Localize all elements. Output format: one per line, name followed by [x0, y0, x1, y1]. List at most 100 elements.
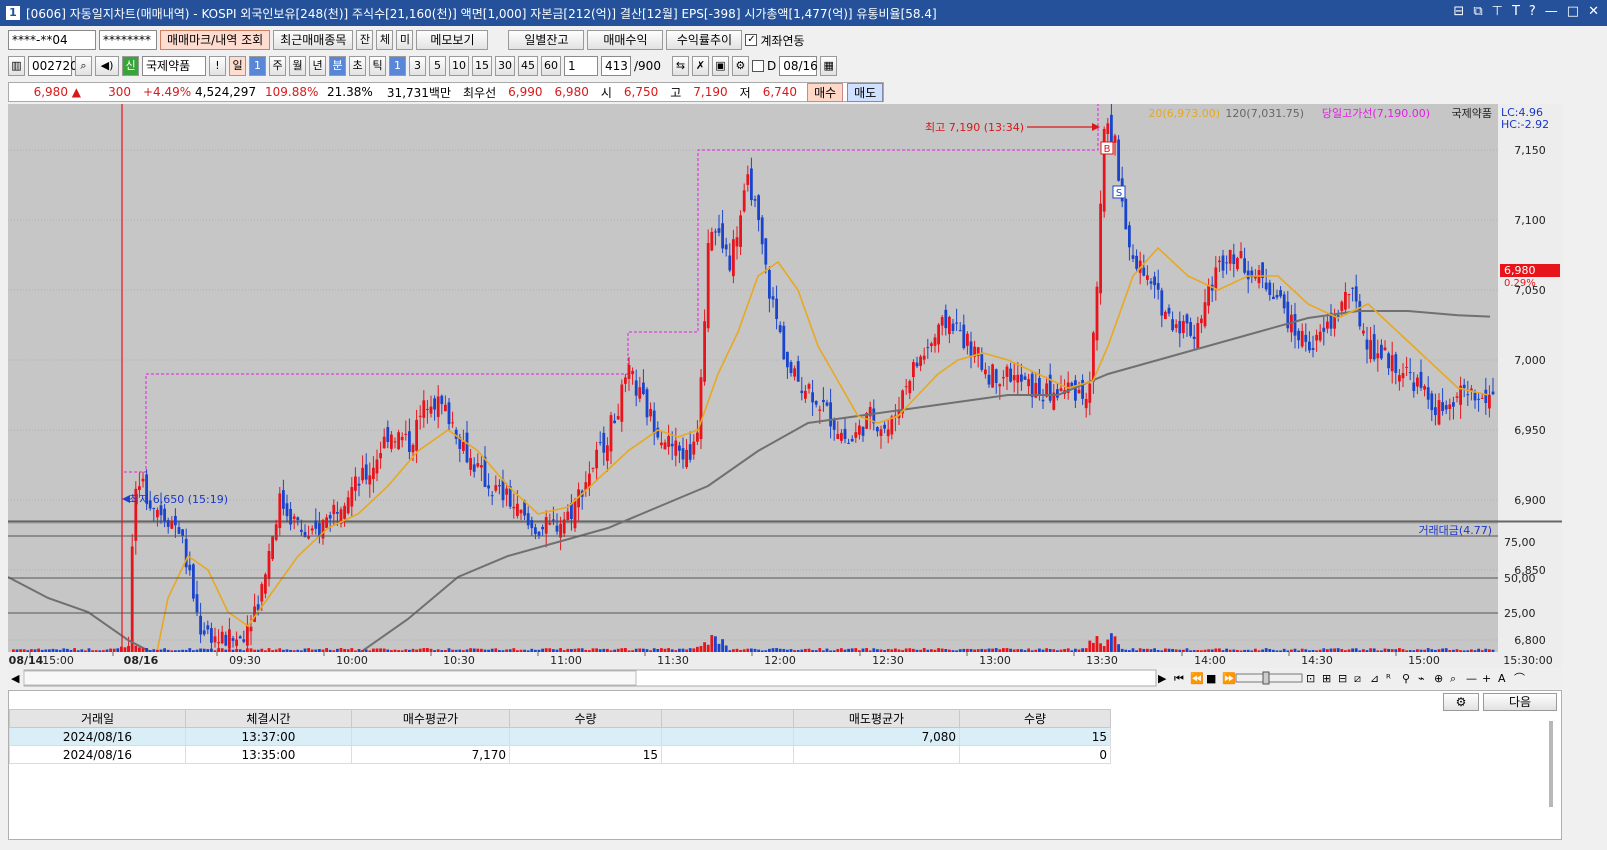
- period-month-button[interactable]: 월: [289, 56, 306, 76]
- candle-body: [1351, 287, 1354, 289]
- candle-body: [429, 406, 433, 414]
- zoom-search-icon[interactable]: ⌕: [1450, 672, 1456, 685]
- minute-30-button[interactable]: 30: [495, 56, 515, 76]
- period-tick-button[interactable]: 틱: [369, 56, 386, 76]
- candle-body: [753, 199, 757, 201]
- cross-tool-icon[interactable]: ✗: [691, 56, 709, 76]
- rewind-icon[interactable]: ⏪: [1190, 672, 1204, 685]
- minute-10-button[interactable]: 10: [449, 56, 469, 76]
- recent-trades-button[interactable]: 최근매매종목: [273, 30, 354, 50]
- forward-icon[interactable]: ⏩: [1222, 672, 1236, 685]
- curve-tool-icon[interactable]: ⌒: [1514, 672, 1525, 685]
- balance-button[interactable]: 잔: [356, 30, 374, 50]
- candle-body: [670, 443, 674, 447]
- candle-body: [1488, 394, 1491, 409]
- alert-button[interactable]: !: [209, 56, 226, 76]
- scroll-right-icon[interactable]: ▶: [1158, 672, 1167, 685]
- search-icon[interactable]: ⌕: [75, 56, 92, 76]
- period-select[interactable]: 1: [564, 56, 598, 76]
- trade-mark-query-button[interactable]: 매매마크/내역 조회: [160, 30, 271, 50]
- maximize-icon[interactable]: □: [1567, 4, 1579, 19]
- filled-button[interactable]: 체: [376, 30, 394, 50]
- price-chart[interactable]: 7,1507,1007,0507,0006,9506,9006,8506,800…: [8, 104, 1562, 652]
- calendar-icon[interactable]: ▦: [820, 56, 838, 76]
- candle-body: [1142, 267, 1146, 276]
- sell-button[interactable]: 매도: [847, 82, 884, 102]
- profit-rate-button[interactable]: 수익률추이: [666, 30, 743, 50]
- scroll-left-icon[interactable]: ◀: [11, 672, 20, 685]
- stock-code-input[interactable]: 002720: [28, 56, 78, 76]
- date-input[interactable]: 08/16: [779, 56, 818, 76]
- pin-icon[interactable]: ⊤: [1492, 4, 1503, 19]
- table-row[interactable]: 2024/08/16 13:35:00 7,170 15 0: [9, 745, 1111, 764]
- period-day-button[interactable]: 일: [229, 56, 246, 76]
- day-count-select[interactable]: 1: [249, 56, 266, 76]
- sound-icon[interactable]: ◀): [95, 56, 119, 76]
- candle-body: [904, 386, 908, 388]
- x-tick-label: 14:30: [1301, 654, 1333, 667]
- minimize-icon[interactable]: —: [1545, 4, 1558, 19]
- layout-icon[interactable]: ⊟: [1453, 4, 1464, 19]
- tool-icon-6[interactable]: ⚲: [1402, 672, 1410, 685]
- first-page-icon[interactable]: ⏮: [1174, 672, 1184, 685]
- stock-name-field[interactable]: 국제약품: [142, 56, 206, 76]
- tool-icon-1[interactable]: ⊞: [1322, 672, 1331, 685]
- open-label: 시: [600, 85, 612, 100]
- password-field[interactable]: ********: [99, 30, 157, 50]
- account-select[interactable]: ****-**04: [8, 30, 96, 50]
- save-icon[interactable]: ▣: [711, 56, 729, 76]
- candle-body: [361, 467, 364, 481]
- daily-balance-button[interactable]: 일별잔고: [508, 30, 585, 50]
- candle-body: [1088, 383, 1092, 403]
- layout-icon[interactable]: ▥: [8, 56, 25, 76]
- tool-icon-0[interactable]: ⊡: [1306, 672, 1315, 685]
- zoom-slider-handle[interactable]: [1262, 671, 1270, 685]
- text-tool-icon[interactable]: A: [1498, 672, 1506, 685]
- tool-icon-8[interactable]: ⊕: [1434, 672, 1443, 685]
- minute-60-button[interactable]: 60: [541, 56, 561, 76]
- copy-icon[interactable]: ⧉: [1473, 4, 1482, 19]
- period-minute-button[interactable]: 분: [329, 56, 346, 76]
- settings-gear-button[interactable]: ⚙: [1443, 693, 1479, 711]
- minute-1-button[interactable]: 1: [389, 56, 406, 76]
- minute-3-button[interactable]: 3: [409, 56, 426, 76]
- help-icon[interactable]: ?: [1529, 4, 1536, 19]
- candle-body: [786, 351, 789, 368]
- period-second-button[interactable]: 초: [349, 56, 366, 76]
- tool-icon-7[interactable]: ⌁: [1418, 672, 1425, 685]
- zoom-in-icon[interactable]: +: [1482, 672, 1491, 685]
- font-icon[interactable]: T: [1512, 4, 1520, 19]
- buy-button[interactable]: 매수: [807, 82, 844, 102]
- next-button[interactable]: 다음: [1483, 693, 1557, 711]
- minute-5-button[interactable]: 5: [429, 56, 446, 76]
- account-link-label: 계좌연동: [760, 33, 805, 48]
- stop-icon[interactable]: ■: [1206, 672, 1216, 685]
- candle-body: [879, 429, 883, 436]
- table-row[interactable]: 2024/08/16 13:37:00 7,080 15: [9, 727, 1111, 746]
- memo-button[interactable]: 메모보기: [416, 30, 489, 50]
- unfilled-button[interactable]: 미: [396, 30, 414, 50]
- period-year-button[interactable]: 년: [309, 56, 326, 76]
- trade-profit-button[interactable]: 매매수익: [587, 30, 664, 50]
- scroll-thumb[interactable]: [23, 670, 637, 686]
- account-link-checkbox[interactable]: ✓: [745, 34, 758, 46]
- data-count-input[interactable]: 413: [601, 56, 631, 76]
- arrow-tool-icon[interactable]: ⇆: [671, 56, 689, 76]
- tool-icon-5[interactable]: ᴿ: [1386, 672, 1391, 685]
- candle-body: [289, 508, 292, 525]
- minute-45-button[interactable]: 45: [518, 56, 538, 76]
- tool-icon-3[interactable]: ⧄: [1354, 672, 1361, 685]
- candle-body: [271, 536, 274, 560]
- minute-15-button[interactable]: 15: [472, 56, 492, 76]
- close-icon[interactable]: ✕: [1588, 4, 1599, 19]
- candle-body: [260, 584, 264, 602]
- zoom-out-icon[interactable]: —: [1466, 672, 1477, 685]
- tool-icon-4[interactable]: ⊿: [1370, 672, 1379, 685]
- table-scrollbar[interactable]: [1549, 721, 1553, 807]
- date-checkbox[interactable]: [751, 60, 764, 72]
- volume-bar: [1110, 633, 1113, 652]
- tool-icon-2[interactable]: ⊟: [1338, 672, 1347, 685]
- candle-body: [188, 564, 192, 571]
- period-week-button[interactable]: 주: [269, 56, 286, 76]
- gear-icon[interactable]: ⚙: [731, 56, 749, 76]
